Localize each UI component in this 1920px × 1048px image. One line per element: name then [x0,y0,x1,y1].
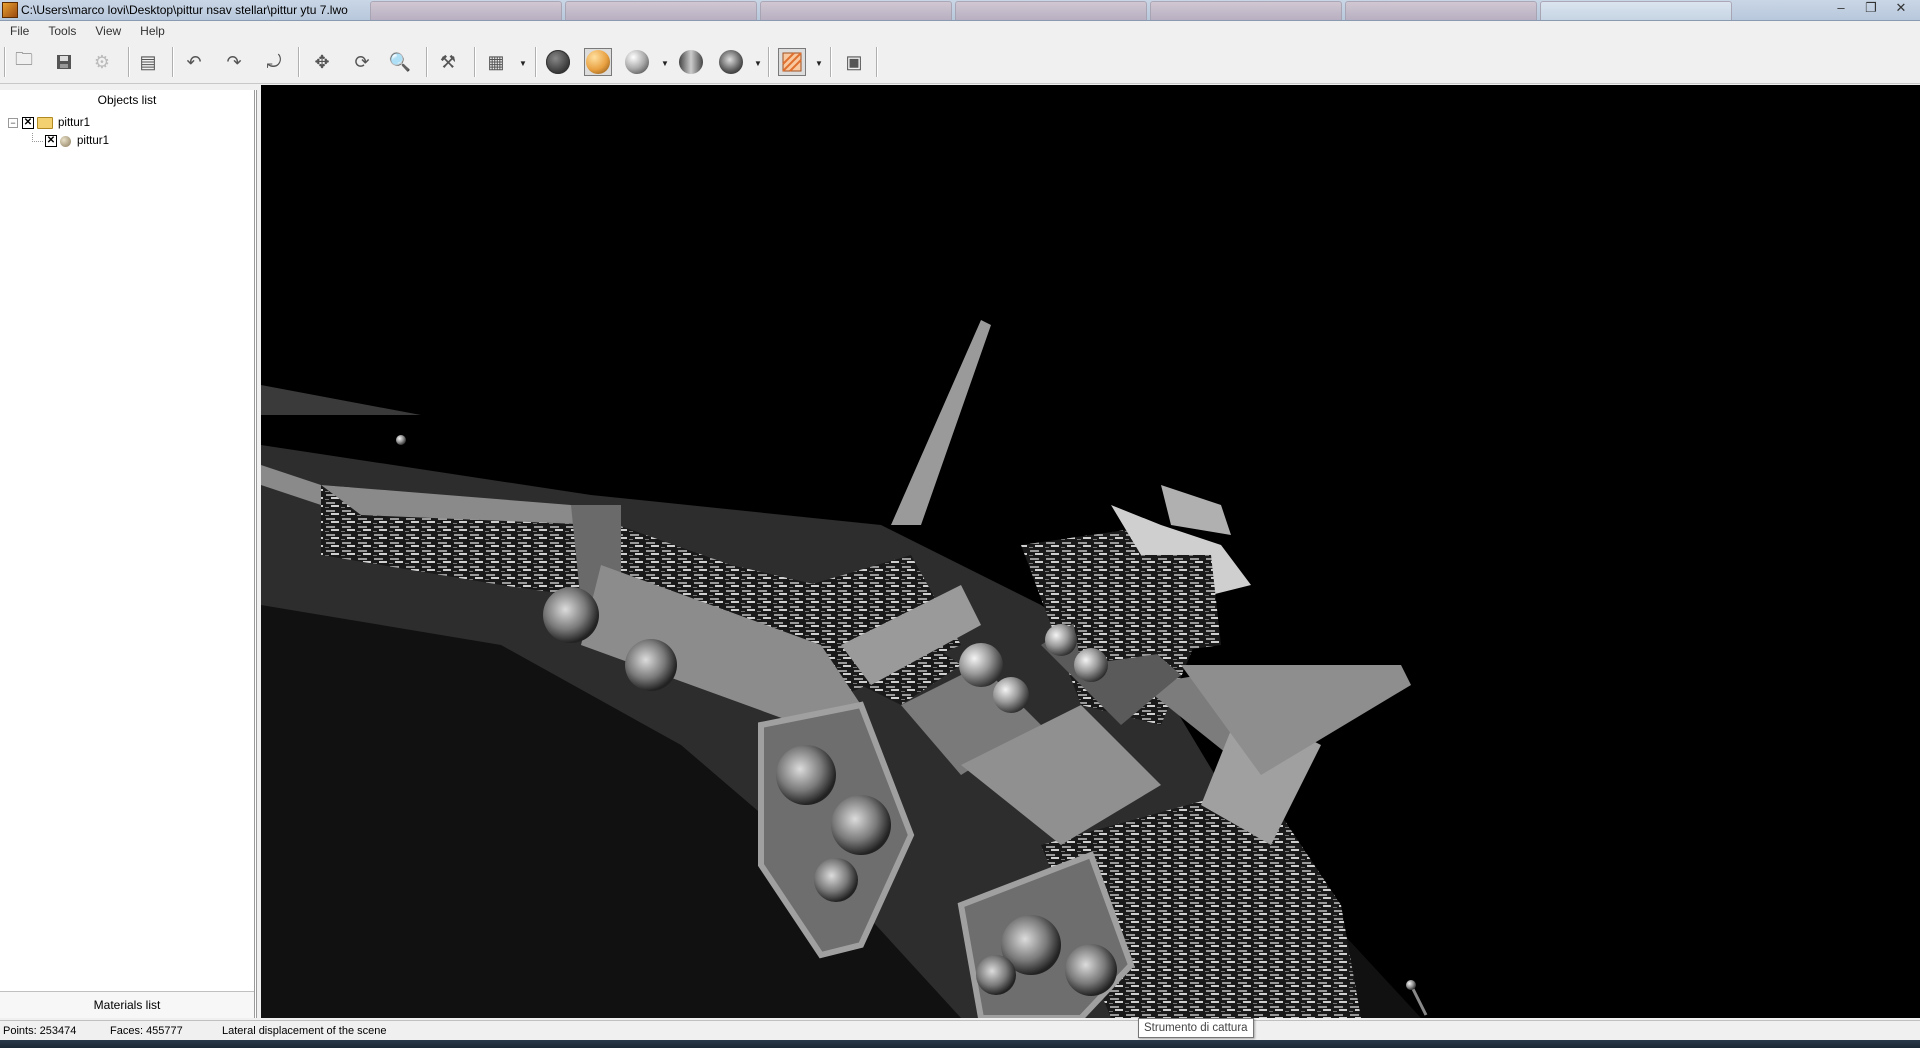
status-hint: Lateral displacement of the scene [222,1025,387,1037]
undo-icon[interactable]: ↶ [180,48,208,76]
smooth-sphere-icon[interactable] [717,48,745,76]
close-button[interactable]: ✕ [1888,0,1914,16]
spaceship-model [261,320,1428,1018]
rotate-icon[interactable]: ⟳ [348,48,376,76]
redo-icon[interactable]: ↷ [220,48,248,76]
settings-gear-icon[interactable]: ⚙ [88,48,116,76]
objects-panel: Objects list − ✕ pittur1 ✕ pittur1 Mater… [0,90,257,1018]
tree-node-label: pittur1 [58,117,90,129]
menu-file[interactable]: File [0,24,38,38]
gray-sphere-icon[interactable] [623,48,651,76]
save-icon[interactable] [50,48,78,76]
faces-count: Faces: 455777 [110,1025,183,1037]
menu-help[interactable]: Help [130,24,174,38]
tree-node-label: pittur1 [77,135,109,147]
app-icon [2,2,18,18]
materials-list-header: Materials list [0,991,254,1018]
menu-tools[interactable]: Tools [38,24,85,38]
visibility-checkbox[interactable]: ✕ [45,135,57,147]
render-dropdown-icon[interactable]: ▼ [754,59,762,68]
visibility-checkbox[interactable]: ✕ [22,117,34,129]
3d-viewport[interactable] [261,85,1920,1018]
folder-icon [37,117,53,129]
background-browser-tabs [370,0,1760,20]
move-icon[interactable]: ✥ [308,48,336,76]
minimize-button[interactable]: – [1828,0,1854,16]
sphere-object-icon [60,135,71,147]
collapse-icon[interactable]: − [8,118,18,128]
objects-list-header: Objects list [97,93,157,107]
menu-view[interactable]: View [85,24,130,38]
screenshot-icon[interactable]: ▣ [840,48,868,76]
texture-dropdown-icon[interactable]: ▼ [815,59,823,68]
shading-dropdown-icon[interactable]: ▼ [661,59,669,68]
texture-icon[interactable] [778,48,806,76]
tools-hammer-icon[interactable]: ⚒ [434,48,462,76]
flat-sphere-icon[interactable] [677,48,705,76]
status-bar: Points: 253474 Faces: 455777 Lateral dis… [0,1020,1920,1041]
menu-bar: File Tools View Help [0,21,1920,40]
taskbar [0,1040,1920,1048]
points-count: Points: 253474 [3,1025,77,1037]
grid-dropdown-icon[interactable]: ▼ [519,59,527,68]
title-bar: C:\Users\marco lovi\Desktop\pittur nsav … [0,0,1920,21]
solid-orange-sphere-icon[interactable] [584,48,612,76]
tree-node-child[interactable]: ✕ pittur1 [32,132,109,149]
zoom-icon[interactable]: 🔍 [386,48,414,76]
wireframe-sphere-icon[interactable] [544,48,572,76]
restore-button[interactable]: ❐ [1858,0,1884,16]
reset-view-icon[interactable]: ⤾ [260,48,288,76]
grid-toggle-icon[interactable]: ▦ [482,48,510,76]
window-title: C:\Users\marco lovi\Desktop\pittur nsav … [21,3,348,17]
tree-node-root[interactable]: − ✕ pittur1 [8,115,90,131]
tooltip: Strumento di cattura [1138,1018,1254,1038]
open-icon[interactable]: 🗀 [10,48,38,76]
toolbar: 🗀 ⚙ ▤ ↶ ↷ ⤾ ✥ ⟳ 🔍 ⚒ ▦ ▼ ▼ ▼ ▼ ▣ [0,41,1920,84]
layers-icon[interactable]: ▤ [134,48,162,76]
